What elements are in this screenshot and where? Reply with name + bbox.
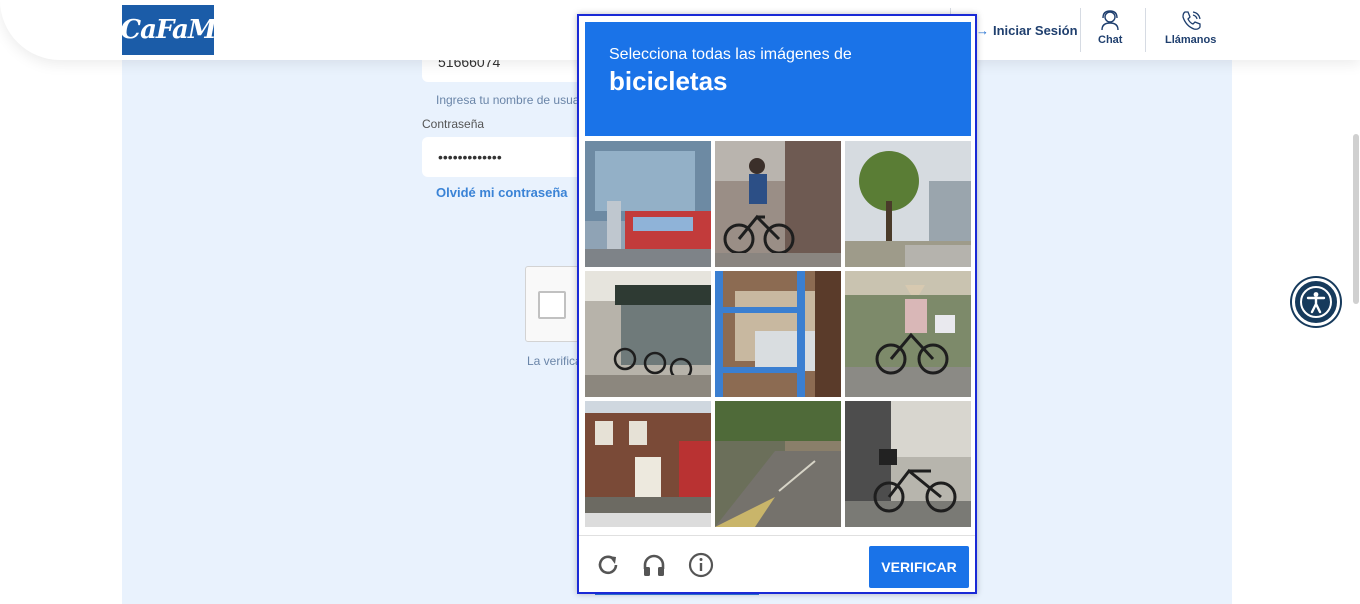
info-icon[interactable] xyxy=(688,552,714,578)
password-field[interactable]: ••••••••••••• xyxy=(422,137,602,177)
tile-image xyxy=(715,141,841,267)
recaptcha-note: La verifica xyxy=(527,354,582,368)
login-link[interactable]: → Iniciar Sesión xyxy=(976,20,1078,40)
tile-image xyxy=(585,141,711,267)
captcha-tile[interactable] xyxy=(845,141,971,267)
recaptcha-widget xyxy=(525,266,585,342)
captcha-challenge: Selecciona todas las imágenes de bicicle… xyxy=(577,14,977,594)
recaptcha-checkbox[interactable] xyxy=(538,291,566,319)
header-divider xyxy=(1145,8,1146,52)
captcha-instruction: Selecciona todas las imágenes de xyxy=(609,46,852,63)
captcha-target: bicicletas xyxy=(609,66,728,96)
captcha-tile[interactable] xyxy=(585,401,711,527)
accessibility-button[interactable] xyxy=(1292,278,1340,326)
captcha-image-grid xyxy=(585,141,973,529)
captcha-tile[interactable] xyxy=(585,271,711,397)
tile-image xyxy=(845,141,971,267)
reload-icon[interactable] xyxy=(595,552,621,578)
tile-image xyxy=(715,401,841,527)
chat-label: Chat xyxy=(1098,34,1123,46)
verify-button[interactable]: VERIFICAR xyxy=(869,546,969,588)
audio-challenge-icon[interactable] xyxy=(641,552,667,578)
captcha-tile[interactable] xyxy=(715,401,841,527)
tile-image xyxy=(715,271,841,397)
login-arrow-icon: → xyxy=(976,22,989,38)
tile-image xyxy=(845,271,971,397)
captcha-tile[interactable] xyxy=(585,141,711,267)
password-label: Contraseña xyxy=(422,117,485,131)
phone-icon xyxy=(1182,11,1201,30)
call-label: Llámanos xyxy=(1165,34,1217,46)
login-label: Iniciar Sesión xyxy=(993,22,1078,38)
cafam-logo[interactable]: CaFaM xyxy=(120,5,217,55)
chat-button[interactable]: Chat xyxy=(1098,9,1122,46)
captcha-tile[interactable] xyxy=(715,141,841,267)
captcha-tile[interactable] xyxy=(845,401,971,527)
captcha-footer: VERIFICAR xyxy=(579,535,975,594)
page-scrollbar[interactable] xyxy=(1353,134,1359,304)
captcha-tile[interactable] xyxy=(845,271,971,397)
header-divider xyxy=(1080,8,1081,52)
call-button[interactable]: Llámanos xyxy=(1165,9,1216,46)
tile-image xyxy=(585,401,711,527)
tile-image xyxy=(585,271,711,397)
username-hint: Ingresa tu nombre de usuario xyxy=(436,93,578,107)
captcha-header: Selecciona todas las imágenes de bicicle… xyxy=(585,22,971,136)
captcha-tile[interactable] xyxy=(715,271,841,397)
logo-text: CaFaM xyxy=(120,15,216,45)
forgot-password-link[interactable]: Olvidé mi contraseña xyxy=(436,185,568,200)
password-value: ••••••••••••• xyxy=(438,149,502,165)
page: CaFaM → Iniciar Sesión Chat Llámanos 516… xyxy=(0,0,1360,604)
accessibility-icon xyxy=(1300,286,1332,318)
chat-agent-icon xyxy=(1101,10,1119,31)
tile-image xyxy=(845,401,971,527)
